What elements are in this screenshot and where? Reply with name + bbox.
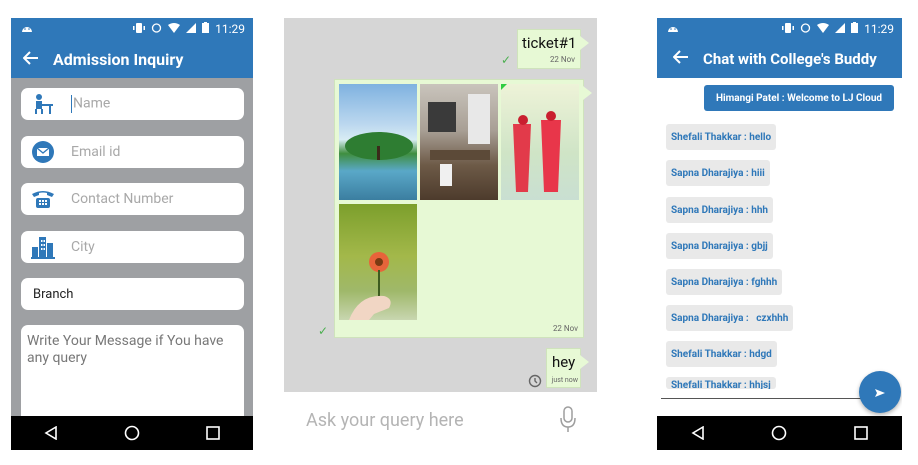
nav-recents-icon[interactable] (198, 418, 228, 448)
send-icon (874, 383, 886, 402)
name-field[interactable]: Name (21, 88, 244, 120)
image-drinks[interactable] (501, 84, 579, 200)
query-input[interactable]: Ask your query here (306, 410, 464, 431)
message-text: hey (552, 353, 576, 371)
chat-message: Sapna Dharajiya : hhh (666, 197, 774, 223)
signal-icon (186, 22, 197, 36)
admission-inquiry-screen: 11:29 Admission Inquiry Name Email id Co… (11, 18, 253, 450)
message-bubble-ticket: ticket#1 22 Nov (517, 29, 589, 69)
status-bar: 11:29 (657, 18, 902, 40)
message-placeholder: Write Your Message if You have any query (27, 333, 224, 366)
app-bar: Admission Inquiry (11, 40, 253, 78)
nav-back-icon[interactable] (683, 418, 713, 448)
nav-back-icon[interactable] (36, 418, 66, 448)
sent-check-icon: ✓ (318, 324, 329, 338)
branch-label: Branch (33, 286, 74, 302)
name-placeholder: Name (73, 95, 111, 112)
welcome-message: Himangi Patel : Welcome to LJ Cloud (704, 85, 894, 111)
envelope-icon (31, 140, 55, 164)
chat-message: Sapna Dharajiya : hiii (666, 160, 770, 186)
telephone-icon (31, 187, 55, 211)
chat-message: Sapna Dharajiya : czxhhh (666, 305, 794, 331)
vibrate-icon (133, 22, 146, 36)
image-flower-hand[interactable] (339, 204, 417, 320)
message-date: just now (551, 376, 578, 384)
city-buildings-icon (31, 235, 55, 259)
sent-check-icon: ✓ (501, 53, 512, 67)
vibrate-icon (782, 22, 795, 36)
chat-message: Sapna Dharajiya : gbjj (666, 233, 773, 259)
contact-number-placeholder: Contact Number (71, 191, 174, 207)
branch-dropdown[interactable]: Branch (21, 278, 244, 310)
city-placeholder: City (71, 239, 95, 255)
nav-recents-icon[interactable] (846, 418, 876, 448)
android-icon (21, 22, 33, 36)
page-title: Admission Inquiry (53, 49, 184, 69)
chat-message: Shefali Thakkar : hdgd (666, 341, 777, 367)
alarm-icon (800, 22, 811, 36)
back-arrow-icon[interactable] (672, 50, 689, 68)
message-bubble-hey: hey just now (546, 348, 589, 388)
signal-icon (835, 22, 846, 36)
send-button[interactable] (859, 371, 901, 413)
message-date: 22 Nov (552, 324, 578, 333)
chat-screen: ticket#1 22 Nov ✓ 22 Nov ✓ hey just now … (284, 18, 597, 448)
image-living-room[interactable] (420, 84, 498, 200)
system-nav-bar (11, 416, 253, 450)
page-title: Chat with College's Buddy (703, 50, 877, 68)
system-nav-bar (657, 416, 902, 450)
nav-home-icon[interactable] (117, 418, 147, 448)
alarm-icon (151, 22, 162, 36)
email-field[interactable]: Email id (21, 136, 244, 168)
message-textarea[interactable]: Write Your Message if You have any query (21, 325, 244, 425)
nav-home-icon[interactable] (764, 418, 794, 448)
microphone-icon[interactable] (559, 406, 577, 438)
email-placeholder: Email id (71, 144, 121, 160)
android-icon (667, 22, 679, 36)
wifi-icon (168, 22, 181, 36)
message-bubble-images: 22 Nov (334, 79, 592, 338)
message-text: ticket#1 (522, 34, 577, 52)
battery-icon (202, 22, 210, 36)
chat-message: Sapna Dharajiya : fghhh (666, 269, 783, 295)
wifi-icon (817, 22, 830, 36)
chat-message: Shefali Thakkar : hhjsj (666, 377, 776, 389)
status-bar: 11:29 (11, 18, 253, 40)
person-at-desk-icon (31, 92, 55, 116)
pending-clock-icon (528, 373, 542, 392)
city-field[interactable]: City (21, 231, 244, 263)
college-buddy-chat-screen: 11:29 Chat with College's Buddy Himangi … (657, 18, 902, 450)
app-bar: Chat with College's Buddy (657, 40, 902, 78)
clock-time: 11:29 (215, 22, 245, 36)
message-composer: Ask your query here (284, 392, 597, 448)
contact-number-field[interactable]: Contact Number (21, 183, 244, 215)
battery-icon (851, 22, 859, 36)
clock-time: 11:29 (864, 22, 894, 36)
image-tree-lake[interactable] (339, 84, 417, 200)
text-cursor (71, 95, 72, 113)
chat-input-underline[interactable] (661, 398, 861, 399)
chat-message: Shefali Thakkar : hello (666, 124, 777, 150)
message-date: 22 Nov (549, 55, 575, 64)
back-arrow-icon[interactable] (22, 50, 39, 69)
